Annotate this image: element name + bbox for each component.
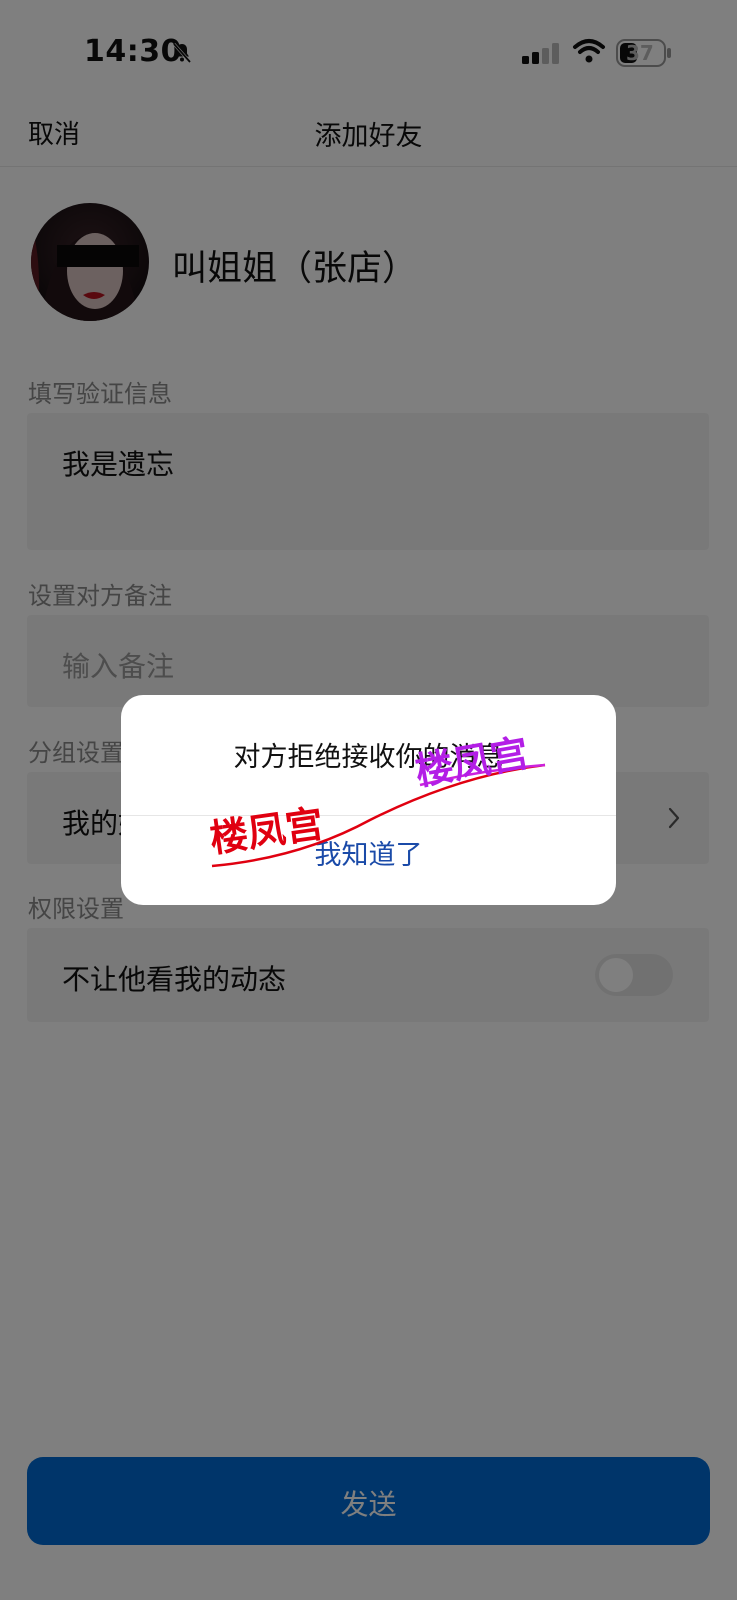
dialog-confirm-button[interactable]: 我知道了 <box>121 833 616 872</box>
alert-dialog: 对方拒绝接收你的消息 我知道了 <box>121 695 616 905</box>
dialog-divider <box>121 815 616 816</box>
dialog-message: 对方拒绝接收你的消息 <box>233 742 504 773</box>
